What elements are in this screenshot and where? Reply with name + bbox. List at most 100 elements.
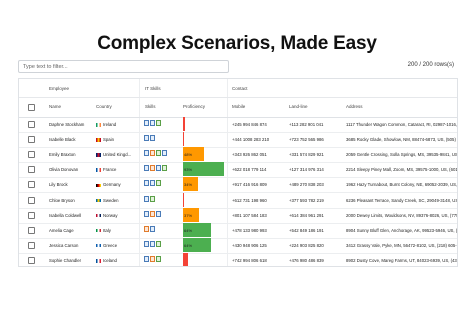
landline-cell: +224 903 825 820 <box>289 242 324 248</box>
proficiency-bar <box>183 117 186 131</box>
mobile-cell: +444 1008 283 210 <box>232 137 270 143</box>
table-row[interactable]: Sophie Chandler Iceland +742 994 806 618 +4… <box>19 252 457 266</box>
skill-icon <box>150 165 155 172</box>
col-mobile[interactable]: Mobile <box>232 104 245 109</box>
row-checkbox[interactable] <box>28 256 35 264</box>
row-checkbox[interactable] <box>28 121 35 128</box>
row-checkbox[interactable] <box>28 181 35 189</box>
country-label: Norway <box>103 212 118 218</box>
table-row[interactable]: Isabella Coldwell Norway 37% +801 107 584 1… <box>19 207 457 224</box>
proficiency-cell: 48% <box>183 147 227 162</box>
row-checkbox[interactable] <box>28 136 35 144</box>
col-skills[interactable]: Skills <box>145 104 156 109</box>
flag-icon <box>96 228 101 233</box>
table-row[interactable]: Lily Brock Germany 34% +917 416 916 809 +489… <box>19 177 457 194</box>
landline-cell: +331 574 829 921 <box>289 152 324 158</box>
skills-cell <box>144 165 168 172</box>
row-checkbox[interactable] <box>28 241 35 249</box>
table-row[interactable]: Amelia Cage Italy 64% +478 133 980 993 +542 … <box>19 222 458 239</box>
skill-icon <box>144 120 149 126</box>
row-checkbox[interactable] <box>28 226 35 234</box>
skills-cell <box>144 225 156 233</box>
country-cell: Norway <box>96 213 118 218</box>
filter-input[interactable] <box>18 60 229 73</box>
skill-icon <box>156 120 161 126</box>
table-row[interactable]: Jessica Carson Greece 64% +430 948 906 125 +… <box>19 237 457 254</box>
col-name[interactable]: Name <box>49 104 61 109</box>
row-checkbox[interactable] <box>28 151 35 159</box>
proficiency-label: 64% <box>184 227 193 233</box>
skill-icon <box>156 255 161 262</box>
row-checkbox[interactable] <box>28 196 35 204</box>
country-label: Sweden <box>103 197 119 203</box>
skill-icon <box>156 165 161 172</box>
flag-icon <box>96 198 101 203</box>
row-checkbox[interactable] <box>28 166 35 174</box>
name-cell: Emily Braxton <box>49 152 76 158</box>
table-row[interactable]: Daphne Stockham Ireland +245 994 846 874 +1… <box>19 117 457 133</box>
skill-icon <box>150 225 155 232</box>
country-label: Italy <box>103 227 111 233</box>
address-cell: 2214 Sleepy Piney Mall, Zoom, MS, 39575-… <box>346 167 458 173</box>
table-row[interactable]: Chloe Bryson Sweden +612 731 198 960 +377 5… <box>19 192 457 209</box>
country-label: Germany <box>103 182 121 188</box>
name-cell: Isabella Coldwell <box>49 212 82 218</box>
table-row[interactable]: Isabelle Black Spain +444 1008 283 210 +723… <box>19 132 457 149</box>
proficiency-label: 93% <box>184 167 193 173</box>
table-row[interactable]: Emily Braxton United Kingd... 48% +343 926 … <box>19 147 458 164</box>
table-row[interactable]: Olivia Donovan France 93% +622 018 779 114 +… <box>19 162 458 179</box>
landline-cell: +489 270 838 203 <box>289 182 324 188</box>
mobile-cell: +430 948 906 125 <box>232 242 267 248</box>
skill-icon <box>144 195 149 202</box>
proficiency-label: 48% <box>184 152 193 158</box>
col-country[interactable]: Country <box>96 104 112 109</box>
skill-icon <box>150 150 155 157</box>
skill-icon <box>150 120 155 126</box>
name-cell: Isabelle Black <box>49 137 76 143</box>
skills-cell <box>144 150 168 157</box>
page-title: Complex Scenarios, Made Easy <box>97 33 377 54</box>
landline-cell: +377 593 782 219 <box>289 197 324 203</box>
column-group-header: Employee IT Skills Contact <box>19 79 457 98</box>
name-cell: Chloe Bryson <box>49 197 75 203</box>
proficiency-cell <box>183 117 227 131</box>
skills-cell <box>144 210 162 218</box>
group-it-skills: IT Skills <box>145 86 161 91</box>
name-cell: Daphne Stockham <box>49 122 85 127</box>
skill-icon <box>144 180 149 187</box>
landline-cell: +113 282 901 041 <box>289 122 324 127</box>
mobile-cell: +622 018 779 114 <box>232 167 267 173</box>
proficiency-cell: 37% <box>183 207 227 222</box>
proficiency-cell: 64% <box>183 222 227 237</box>
proficiency-label: 37% <box>184 212 193 218</box>
proficiency-bar <box>183 132 185 147</box>
skill-icon <box>144 210 149 217</box>
country-label: United Kingd... <box>103 152 132 158</box>
data-grid: Employee IT Skills Contact Name Country … <box>18 78 458 267</box>
skill-icon <box>150 135 155 142</box>
address-cell: 3685 Rocky Glade, Showlow, NM, 88474-687… <box>346 137 457 143</box>
skill-icon <box>144 255 149 262</box>
address-cell: 8904 Sunny Bluff Glen, Anchorage, AK, 99… <box>346 227 458 233</box>
col-proficiency[interactable]: Proficiency <box>183 104 205 109</box>
row-checkbox[interactable] <box>28 211 35 219</box>
mobile-cell: +612 731 198 960 <box>232 197 267 203</box>
country-cell: Germany <box>96 182 121 187</box>
landline-cell: +127 314 976 314 <box>289 167 324 173</box>
col-address[interactable]: Address <box>346 104 363 109</box>
country-cell: Ireland <box>96 122 116 127</box>
skill-icon <box>150 240 155 247</box>
skill-icon <box>156 150 161 157</box>
select-all-checkbox[interactable] <box>28 104 35 111</box>
address-cell: 8902 Dusty Cove, Mareg Farms, UT, 84023-… <box>346 257 457 263</box>
address-cell: 2000 Dewey Limits, Wouldsons, NV, 89376-… <box>346 212 457 218</box>
country-cell: United Kingd... <box>96 152 131 157</box>
col-landline[interactable]: Land-line <box>289 104 308 109</box>
name-cell: Olivia Donovan <box>49 167 79 173</box>
row-count: 200 / 200 rows(s) <box>407 62 454 68</box>
skill-icon <box>144 135 149 142</box>
country-cell: Greece <box>96 243 117 248</box>
flag-icon <box>96 259 101 263</box>
address-cell: 2059 Gentle Crossing, Solla Springs, MS,… <box>346 152 458 158</box>
country-label: Greece <box>103 242 118 248</box>
